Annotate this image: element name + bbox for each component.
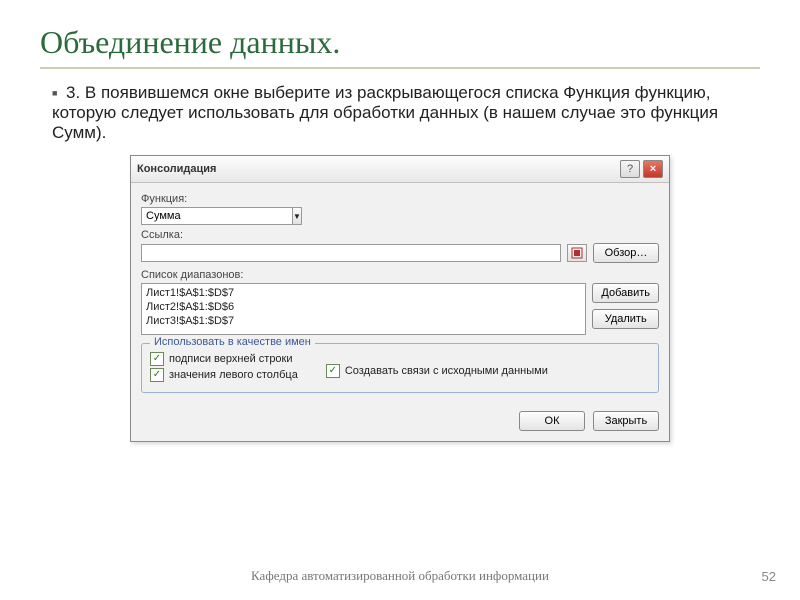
close-icon[interactable]: × <box>643 160 663 178</box>
list-item[interactable]: Лист1!$A$1:$D$7 <box>146 286 581 300</box>
add-button[interactable]: Добавить <box>592 283 659 303</box>
reference-input[interactable] <box>141 244 561 262</box>
ok-button[interactable]: ОК <box>519 411 585 431</box>
create-links-checkbox-label: Создавать связи с исходными данными <box>345 365 548 377</box>
reference-label: Ссылка: <box>141 229 659 241</box>
bullet-item: 3. В появившемся окне выберите из раскры… <box>52 83 760 143</box>
groupbox-legend: Использовать в качестве имен <box>150 336 315 348</box>
top-row-checkbox[interactable]: ✓ <box>150 352 164 366</box>
range-picker-icon[interactable] <box>567 244 587 262</box>
chevron-down-icon[interactable]: ▼ <box>292 207 302 225</box>
create-links-checkbox[interactable]: ✓ <box>326 364 340 378</box>
function-combobox[interactable]: ▼ <box>141 207 281 225</box>
ranges-label: Список диапазонов: <box>141 269 659 281</box>
function-label: Функция: <box>141 193 659 205</box>
dialog-title: Консолидация <box>137 163 216 175</box>
close-button[interactable]: Закрыть <box>593 411 659 431</box>
top-row-checkbox-label: подписи верхней строки <box>169 353 293 365</box>
consolidate-dialog: Консолидация ? × Функция: ▼ Ссылка: <box>130 155 670 442</box>
ranges-listbox[interactable]: Лист1!$A$1:$D$7 Лист2!$A$1:$D$6 Лист3!$A… <box>141 283 586 335</box>
help-button[interactable]: ? <box>620 160 640 178</box>
function-input[interactable] <box>141 207 292 225</box>
left-col-checkbox-label: значения левого столбца <box>169 369 298 381</box>
left-col-checkbox[interactable]: ✓ <box>150 368 164 382</box>
slide-footer: Кафедра автоматизированной обработки инф… <box>0 568 800 584</box>
slide-title: Объединение данных. <box>40 24 760 69</box>
page-number: 52 <box>762 569 776 584</box>
browse-button[interactable]: Обзор… <box>593 243 659 263</box>
dialog-titlebar: Консолидация ? × <box>131 156 669 183</box>
delete-button[interactable]: Удалить <box>592 309 659 329</box>
list-item[interactable]: Лист2!$A$1:$D$6 <box>146 300 581 314</box>
list-item[interactable]: Лист3!$A$1:$D$7 <box>146 314 581 328</box>
use-labels-groupbox: Использовать в качестве имен ✓ подписи в… <box>141 343 659 393</box>
